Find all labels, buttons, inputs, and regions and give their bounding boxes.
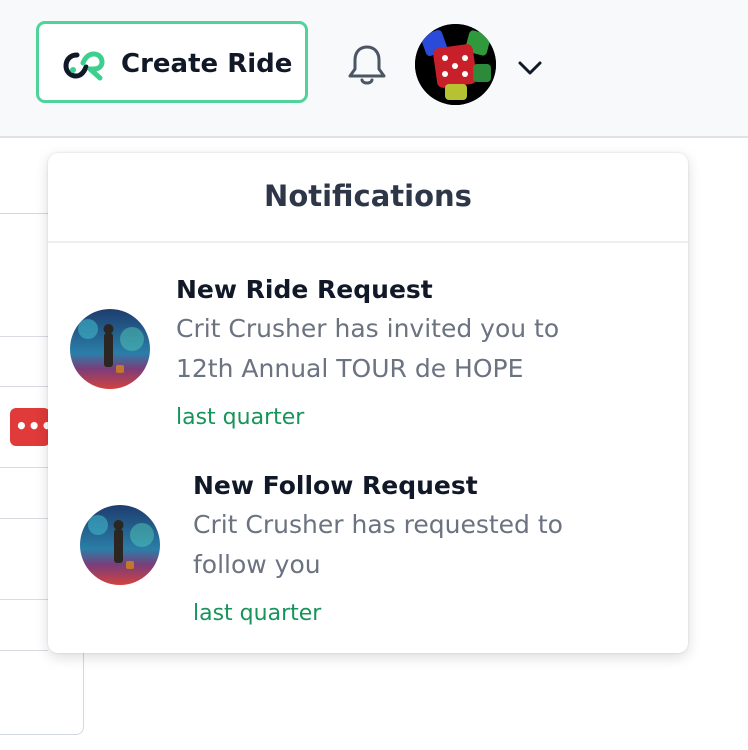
avatar — [70, 309, 150, 389]
notification-time: last quarter — [176, 405, 305, 430]
dropdown-header: Notifications — [48, 153, 688, 243]
top-bar: Create Ride — [0, 0, 748, 138]
notification-time: last quarter — [193, 601, 322, 626]
notification-item[interactable]: New Ride Request Crit Crusher has invite… — [48, 261, 688, 441]
list-divider — [0, 336, 48, 337]
bell-icon[interactable] — [344, 42, 390, 88]
notification-item[interactable]: New Follow Request Crit Crusher has requ… — [48, 457, 688, 637]
list-divider — [0, 650, 48, 651]
avatar — [80, 505, 160, 585]
list-divider — [0, 467, 48, 468]
avatar-image — [70, 309, 150, 389]
avatar-image — [80, 505, 160, 585]
notification-text: Crit Crusher has requested to follow you — [193, 510, 563, 579]
notifications-dropdown: Notifications New Ride Request Crit Crus… — [48, 153, 688, 653]
notification-text: Crit Crusher has invited you to 12th Ann… — [176, 314, 560, 383]
link-logo-icon — [63, 51, 105, 81]
create-ride-button[interactable]: Create Ride — [36, 21, 308, 103]
chevron-down-icon[interactable] — [514, 53, 546, 81]
list-divider — [0, 518, 48, 519]
dice-avatar-image — [415, 24, 496, 105]
notification-title: New Ride Request — [176, 275, 433, 304]
notification-title: New Follow Request — [193, 471, 478, 500]
list-divider — [0, 386, 48, 387]
notifications-title: Notifications — [264, 179, 472, 213]
create-ride-label: Create Ride — [121, 49, 293, 79]
more-options-badge[interactable]: ••• — [10, 408, 53, 446]
user-avatar[interactable] — [415, 24, 496, 105]
list-divider — [0, 599, 48, 600]
